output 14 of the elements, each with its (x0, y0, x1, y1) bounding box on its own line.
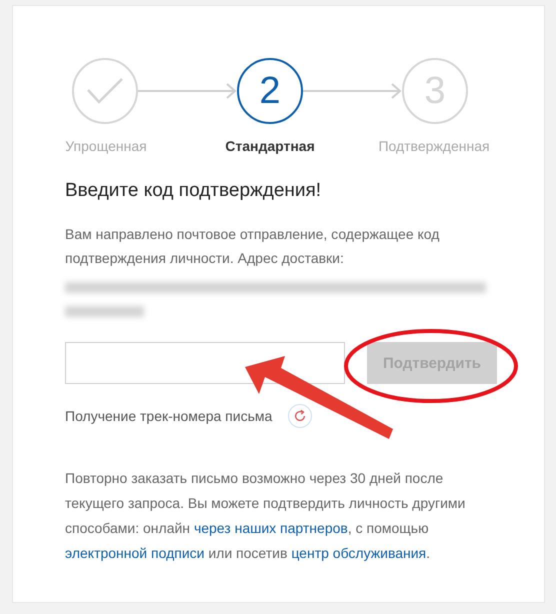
step-label: Подтвержденная (378, 138, 490, 154)
refresh-icon[interactable] (288, 404, 312, 428)
link[interactable]: электронной подписи (65, 545, 204, 561)
heading: Введите код подтверждения! (65, 180, 322, 202)
link[interactable]: центр обслуживания (291, 545, 426, 561)
step-label: Упрощенная (65, 138, 147, 154)
message-text: Вам направлено почтовое отправление, содержащее код подтверждения личности. Адрес доставки: (65, 225, 440, 268)
link[interactable]: через наших партнеров (194, 520, 348, 536)
step-label: Стандартная (225, 138, 315, 154)
code-input-field[interactable] (65, 342, 345, 384)
tracking-label: Получение трек-номера письма (65, 408, 272, 424)
checkmark-icon (85, 76, 125, 106)
info-paragraph: Повторно заказать письмо возможно через 30 дней после текущего запроса. Вы можете подтвердить личность другими способами: онлайн через наших партнеров, с помощью электронной подписи или посетив центр обслуживания. (65, 469, 466, 563)
step-number: 2 (259, 70, 281, 112)
